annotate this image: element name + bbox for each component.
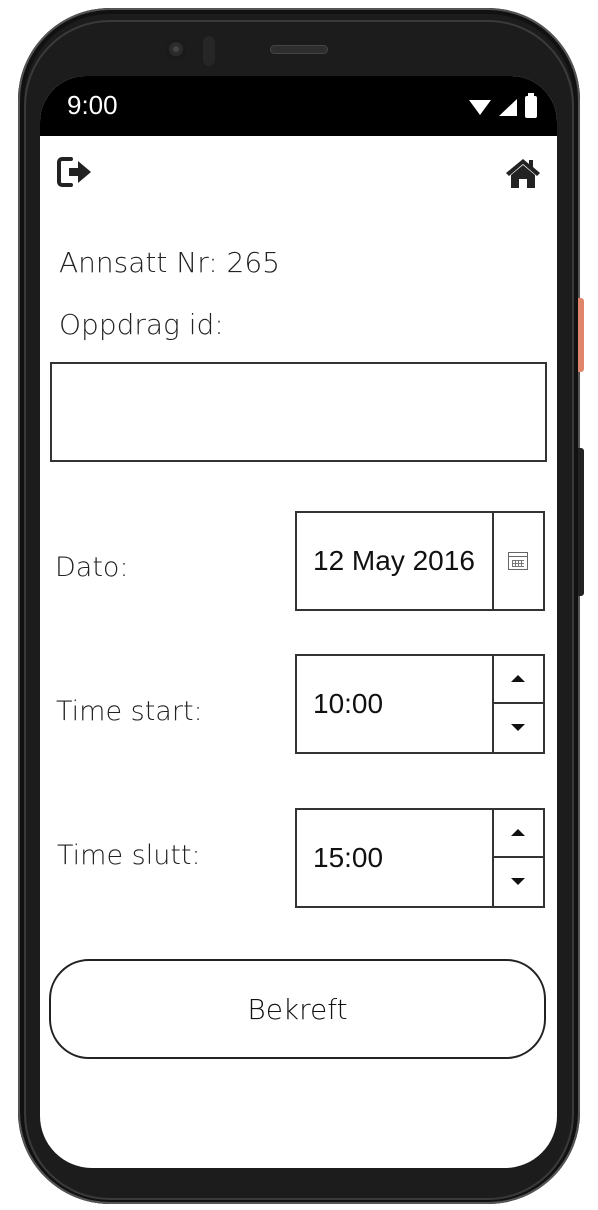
logout-icon[interactable]	[57, 156, 93, 188]
end-time-stepper[interactable]: 15:00	[295, 808, 545, 908]
end-time-spinner	[492, 810, 543, 906]
end-time-label: Time slutt:	[57, 840, 201, 871]
wifi-icon	[469, 99, 491, 115]
home-icon[interactable]	[504, 156, 542, 190]
signal-icon	[499, 98, 517, 116]
start-time-spinner	[492, 656, 543, 752]
end-time-increment-button[interactable]	[494, 810, 543, 858]
chevron-up-icon	[511, 675, 525, 682]
confirm-button[interactable]: Bekreft	[49, 959, 546, 1059]
chevron-down-icon	[511, 878, 525, 885]
proximity-sensor	[203, 36, 215, 66]
screen: 9:00 Annsatt Nr: 265 Oppdrag id: Dato: 1…	[40, 76, 557, 1168]
end-time-value: 15:00	[313, 842, 384, 873]
status-icons	[469, 93, 537, 118]
chevron-up-icon	[511, 829, 525, 836]
date-label: Dato:	[55, 552, 129, 583]
task-id-label: Oppdrag id:	[59, 308, 224, 341]
battery-icon	[525, 93, 537, 118]
calendar-button[interactable]	[492, 513, 543, 609]
date-value: 12 May 2016	[313, 545, 475, 576]
status-bar: 9:00	[40, 76, 557, 136]
task-id-input[interactable]	[50, 362, 547, 462]
earpiece-speaker	[270, 45, 328, 54]
date-picker[interactable]: 12 May 2016	[295, 511, 545, 611]
chevron-down-icon	[511, 724, 525, 731]
start-time-value: 10:00	[313, 688, 384, 719]
status-time: 9:00	[67, 90, 118, 120]
start-time-increment-button[interactable]	[494, 656, 543, 704]
volume-button	[578, 448, 584, 596]
start-time-stepper[interactable]: 10:00	[295, 654, 545, 754]
end-time-decrement-button[interactable]	[494, 858, 543, 906]
employee-number-label: Annsatt Nr: 265	[59, 246, 280, 279]
front-camera	[165, 38, 187, 60]
start-time-label: Time start:	[56, 696, 203, 727]
start-time-decrement-button[interactable]	[494, 704, 543, 752]
power-button	[578, 298, 584, 372]
calendar-icon	[508, 552, 528, 570]
